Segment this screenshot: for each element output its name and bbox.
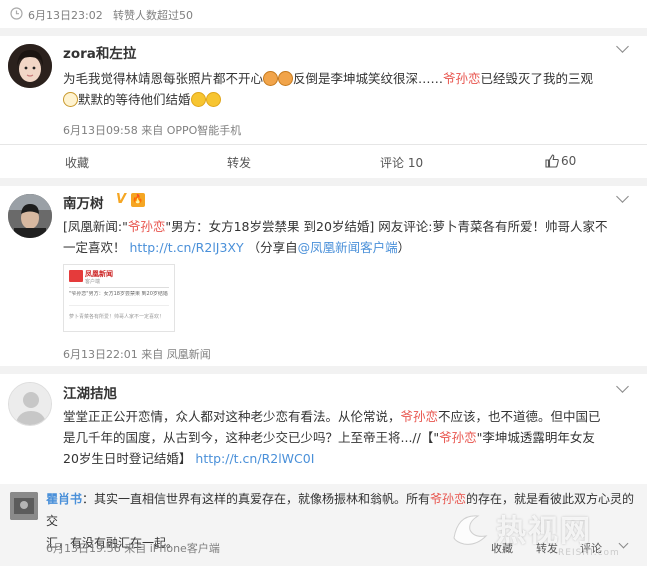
avatar[interactable] (8, 382, 52, 426)
verified-badge-icon: V (116, 192, 127, 207)
reply-comment-button[interactable]: 评论 (580, 540, 602, 556)
reply-meta: 6月13日19:56 来自 iPhone客户端 (46, 542, 220, 555)
post-text-segment: ） (397, 240, 411, 255)
username[interactable]: 南万树 (63, 192, 104, 212)
section-divider (0, 28, 647, 36)
highlight-keyword[interactable]: 爷孙恋 (439, 430, 477, 445)
avatar[interactable] (8, 194, 52, 238)
highlight-keyword[interactable]: 爷孙恋 (443, 71, 481, 86)
post-text-segment: （分享自 (247, 240, 298, 255)
highlight-keyword[interactable]: 爷孙恋 (430, 492, 466, 506)
post-text-segment: 反倒是李坤城笑纹很深…… (293, 71, 444, 86)
mask-face-icon (63, 92, 78, 107)
smile-face-icon (190, 92, 206, 107)
chevron-down-icon[interactable] (616, 380, 629, 393)
post-text-segment: 已经毁灭了我的三观 (480, 71, 594, 86)
user-photo-icon (8, 194, 52, 238)
short-link[interactable]: http://t.cn/R2lJ3XY (130, 240, 244, 255)
post-text-segment: 一定喜欢！ (63, 240, 126, 255)
thumbs-up-icon[interactable] (545, 154, 559, 168)
section-divider (0, 178, 647, 186)
section-divider (0, 366, 647, 374)
like-count[interactable]: 60 (561, 154, 576, 168)
post-card: zora和左拉 为毛我觉得林靖恩每张照片都不开心 反倒是李坤城笑纹很深……爷孙恋已… (0, 36, 647, 178)
top-meta-bar: 6月13日23:02 转赞人数超过50 (0, 0, 647, 28)
card-headline: "爷孙恋"男方：女方18岁尝禁果 到20岁结婚 (69, 291, 168, 297)
post-card: 江湖拮旭 堂堂正正公开恋情，众人都对这种老少恋有看法。从伦常说，爷孙恋不应该，也… (0, 374, 647, 474)
post-text-segment: 是几千年的国度，从古到今，这种老少交已少吗？上至帝王将...//【" (63, 430, 440, 445)
post-text-segment: 不应该，也不道德。但中国已 (438, 409, 601, 424)
link-preview-card[interactable]: 凤凰新闻 客户端 "爷孙恋"男方：女方18岁尝禁果 到20岁结婚 萝卜青菜各有所… (63, 264, 175, 332)
post-text-segment: 默默的等待他们结婚 (78, 92, 191, 107)
member-badge-icon: 🔥 (131, 193, 145, 207)
action-bar: 收藏 转发 评论 10 60 (0, 145, 647, 178)
reply-box: 瞿肖书：其实一直相信世界有这样的真爱存在，就像杨振林和翁帆。所有爷孙恋的存在，就… (0, 484, 647, 566)
post-text-segment: "李坤城透露明年女友 (476, 430, 595, 445)
card-footer: 萝卜青菜各有所爱！帅哥人家不一定喜欢！ (69, 314, 165, 320)
user-photo-icon (8, 44, 52, 88)
highlight-keyword[interactable]: 爷孙恋 (401, 409, 439, 424)
post-meta: 6月13日09:58 来自 OPPO智能手机 (63, 124, 242, 137)
post-text-segment: "男方：女方18岁尝禁果 到20岁结婚] 网友评论:萝卜青菜各有所爱！帅哥人家不 (165, 219, 608, 234)
post-text: [凤凰新闻:"爷孙恋"男方：女方18岁尝禁果 到20岁结婚] 网友评论:萝卜青菜… (63, 216, 637, 258)
comment-button[interactable]: 评论 10 (380, 154, 423, 171)
reply-repost-button[interactable]: 转发 (536, 540, 558, 556)
repost-count-note: 转赞人数超过50 (113, 9, 193, 22)
clock-icon (10, 7, 23, 20)
post-text-segment: 20岁生日时登记结婚】 (63, 451, 192, 466)
short-link[interactable]: http://t.cn/R2lWC0I (195, 451, 314, 466)
collect-button[interactable]: 收藏 (65, 154, 89, 171)
chevron-down-icon[interactable] (616, 190, 629, 203)
post-text-segment: 为毛我觉得林靖恩每张照片都不开心 (63, 71, 264, 86)
reply-username[interactable]: 瞿肖书 (46, 492, 82, 506)
post-text-segment: [凤凰新闻:" (63, 219, 128, 234)
smile-face-icon (205, 92, 221, 107)
user-photo-icon (10, 492, 38, 520)
post-meta: 6月13日22:01 来自 凤凰新闻 (63, 348, 211, 361)
card-divider (69, 287, 169, 288)
username[interactable]: zora和左拉 (63, 42, 136, 62)
post-text: 堂堂正正公开恋情，众人都对这种老少恋有看法。从伦常说，爷孙恋不应该，也不道德。但… (63, 406, 637, 469)
card-sub: 客户端 (85, 279, 101, 285)
default-avatar-icon (9, 383, 51, 425)
source-mention-link[interactable]: @凤凰新闻客户端 (298, 240, 398, 255)
repost-button[interactable]: 转发 (227, 154, 251, 171)
reply-text-segment: ：其实一直相信世界有这样的真爱存在，就像杨振林和翁帆。所有 (82, 492, 431, 506)
card-divider (69, 305, 169, 306)
post-card: 南万树 V 🔥 [凤凰新闻:"爷孙恋"男方：女方18岁尝禁果 到20岁结婚] 网… (0, 186, 647, 366)
doge-face-icon (278, 71, 294, 86)
avatar[interactable] (8, 44, 52, 88)
username[interactable]: 江湖拮旭 (63, 382, 117, 402)
post-text-segment: 堂堂正正公开恋情，众人都对这种老少恋有看法。从伦常说， (63, 409, 401, 424)
highlight-keyword[interactable]: 爷孙恋 (128, 219, 166, 234)
phoenix-logo-icon (69, 270, 83, 282)
top-timestamp: 6月13日23:02 (28, 9, 103, 22)
doge-face-icon (263, 71, 279, 86)
avatar[interactable] (10, 492, 38, 520)
chevron-down-icon[interactable] (616, 40, 629, 53)
post-text: 为毛我觉得林靖恩每张照片都不开心 反倒是李坤城笑纹很深……爷孙恋已经毁灭了我的三观… (63, 68, 637, 110)
reply-collect-button[interactable]: 收藏 (491, 540, 513, 556)
